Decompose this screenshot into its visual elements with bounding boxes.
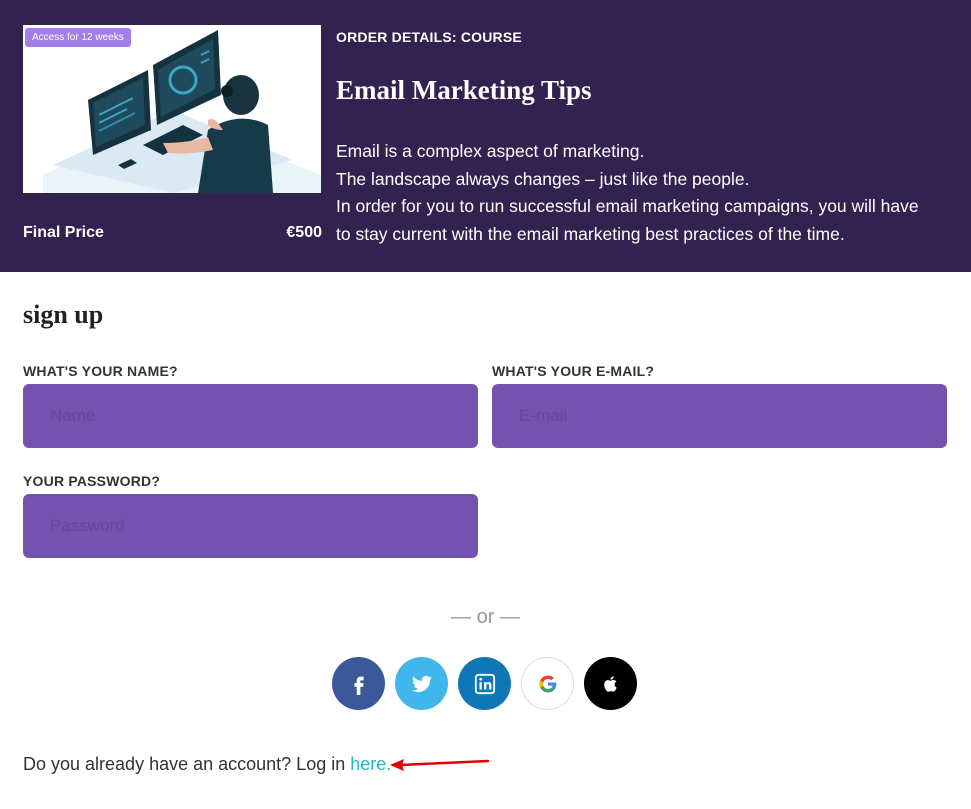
or-divider: — or — [451, 606, 520, 628]
description-line: to stay current with the email marketing… [336, 223, 845, 244]
signup-title: sign up [23, 300, 104, 329]
login-prompt: Do you already have an account? Log in h… [23, 754, 391, 775]
course-title: Email Marketing Tips [336, 75, 592, 105]
course-description: Email is a complex aspect of marketing. … [336, 138, 956, 248]
facebook-icon [353, 676, 364, 695]
apple-login-button[interactable] [584, 657, 637, 710]
twitter-login-button[interactable] [395, 657, 448, 710]
annotation-arrow [390, 759, 490, 771]
description-line: Email is a complex aspect of marketing. [336, 141, 645, 161]
google-login-button[interactable] [521, 657, 574, 710]
email-input[interactable] [492, 384, 947, 448]
order-details-label: ORDER DETAILS: COURSE [336, 29, 522, 45]
name-input[interactable] [23, 384, 478, 448]
final-price-label: Final Price [23, 224, 104, 241]
course-illustration [43, 30, 321, 193]
course-image: Access for 12 weeks [23, 25, 321, 193]
final-price-value: €500 [286, 224, 322, 241]
password-input[interactable] [23, 494, 478, 558]
apple-icon [603, 675, 617, 692]
description-line: In order for you to run successful email… [336, 196, 919, 216]
password-field-label: YOUR PASSWORD? [23, 473, 161, 489]
facebook-login-button[interactable] [332, 657, 385, 710]
access-badge: Access for 12 weeks [25, 28, 131, 47]
description-line: The landscape always changes – just like… [336, 168, 750, 189]
google-icon [538, 675, 556, 692]
twitter-icon [411, 675, 432, 692]
order-summary-header: Access for 12 weeks Final Price €500 ORD… [0, 0, 971, 272]
linkedin-icon [474, 673, 495, 694]
login-link[interactable]: here. [350, 754, 391, 774]
social-login-buttons [332, 657, 637, 710]
linkedin-login-button[interactable] [458, 657, 511, 710]
email-field-label: WHAT'S YOUR E-MAIL? [492, 363, 655, 379]
name-field-label: WHAT'S YOUR NAME? [23, 363, 178, 379]
login-prompt-text: Do you already have an account? Log in [23, 754, 351, 774]
